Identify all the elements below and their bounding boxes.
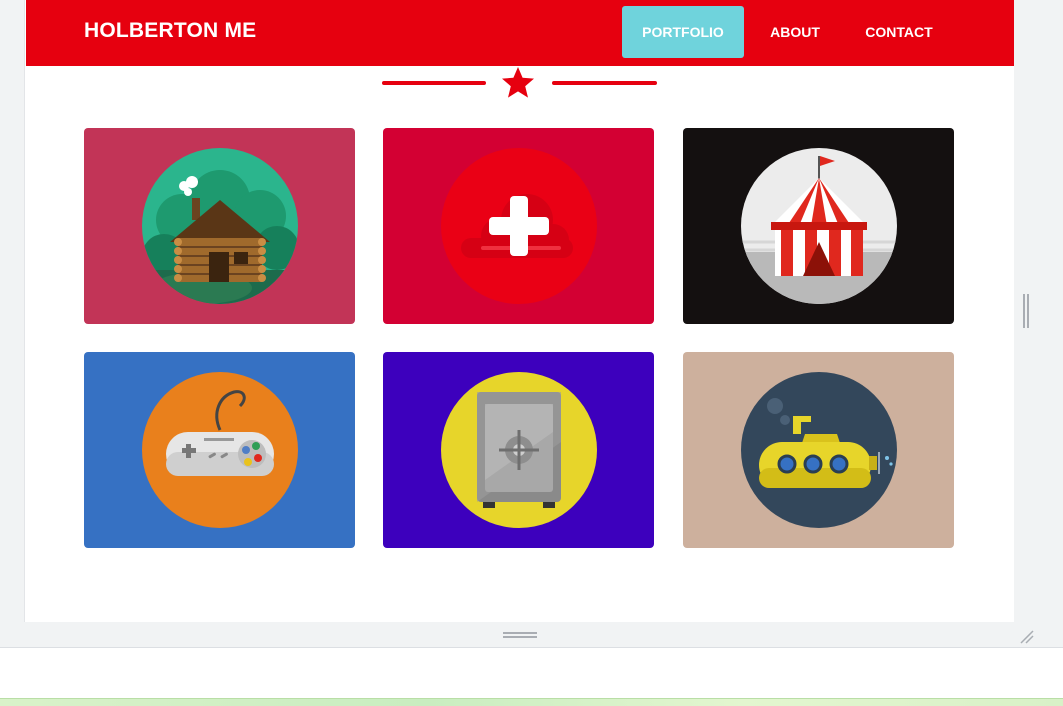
- log-cabin-icon: [142, 148, 298, 304]
- portfolio-item-safe[interactable]: [383, 352, 654, 548]
- submarine-icon: [741, 372, 897, 528]
- preview-frame-left: [0, 0, 25, 622]
- section-divider: [382, 66, 658, 102]
- safe-icon: [441, 372, 597, 528]
- resize-corner-icon[interactable]: [1017, 627, 1035, 645]
- navbar: HOLBERTON ME PORTFOLIO ABOUT CONTACT: [26, 0, 1014, 66]
- star-icon: [502, 67, 534, 98]
- horizontal-resize-handle[interactable]: [503, 631, 537, 639]
- nav-link-portfolio[interactable]: PORTFOLIO: [622, 6, 744, 58]
- divider-line-left: [382, 81, 486, 85]
- nav-link-contact[interactable]: CONTACT: [850, 6, 948, 58]
- vertical-resize-handle[interactable]: [1022, 294, 1030, 328]
- preview-viewport: HOLBERTON ME PORTFOLIO ABOUT CONTACT: [26, 0, 1014, 622]
- portfolio-item-submarine[interactable]: [683, 352, 954, 548]
- portfolio-item-circus[interactable]: [683, 128, 954, 324]
- nav-link-about[interactable]: ABOUT: [758, 6, 832, 58]
- divider-line-right: [552, 81, 657, 85]
- portfolio-item-gamepad[interactable]: [84, 352, 355, 548]
- circus-tent-icon: [741, 148, 897, 304]
- editor-panel-strip: [0, 698, 1063, 706]
- plus-cloud-icon: [441, 148, 597, 304]
- brand-logo[interactable]: HOLBERTON ME: [84, 19, 256, 43]
- gamepad-icon: [142, 372, 298, 528]
- portfolio-item-cabin[interactable]: [84, 128, 355, 324]
- portfolio-item-plus[interactable]: [383, 128, 654, 324]
